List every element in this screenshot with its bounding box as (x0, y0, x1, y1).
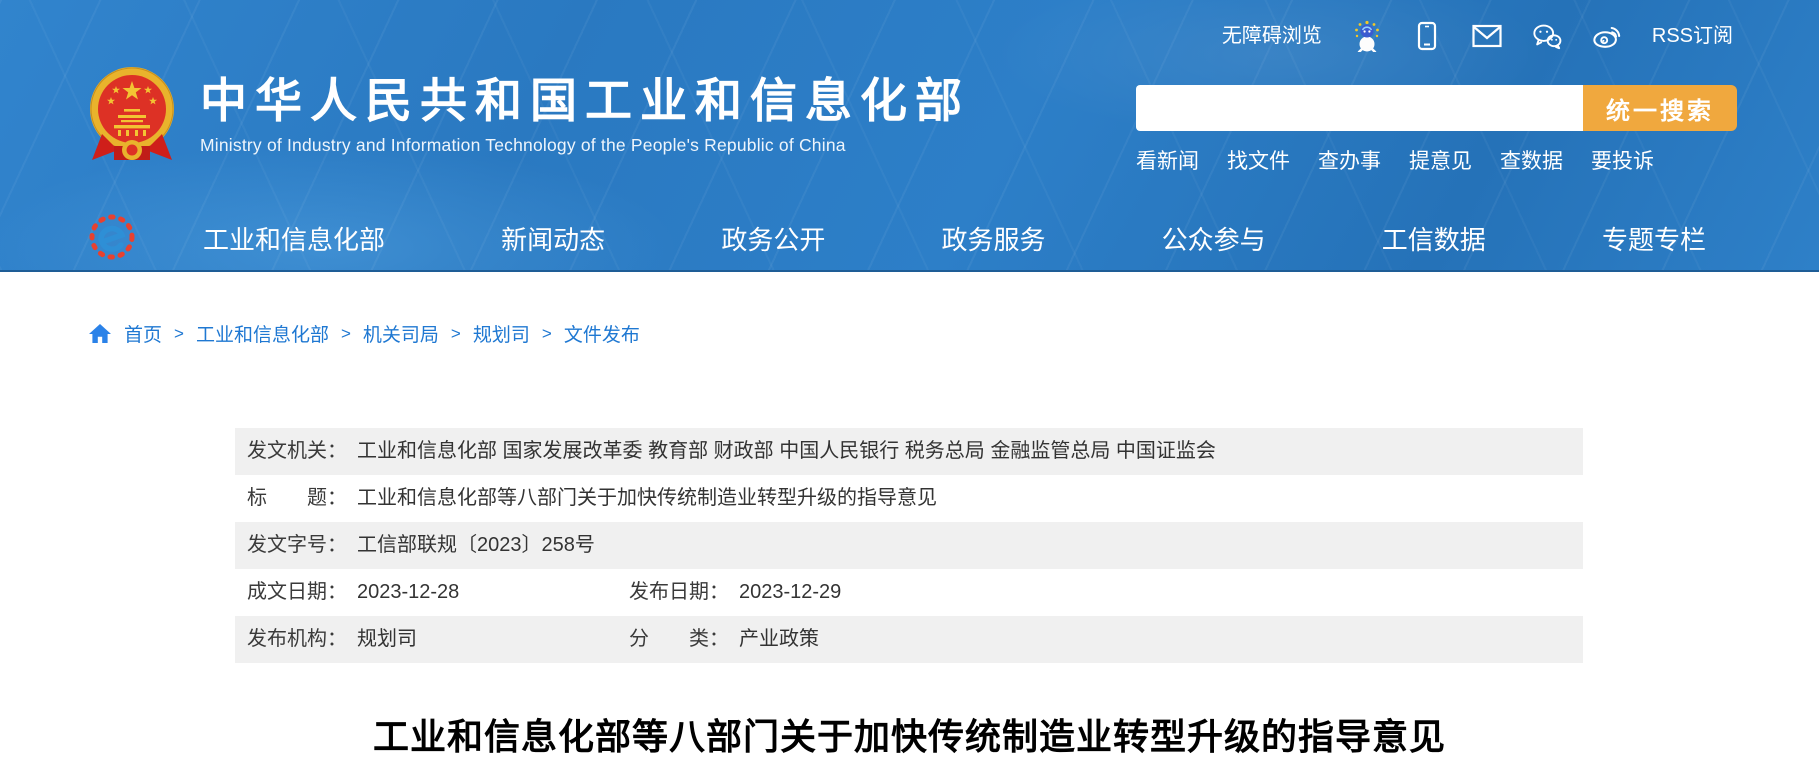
mail-icon[interactable] (1472, 20, 1502, 52)
breadcrumb-departments[interactable]: 机关司局 (363, 320, 439, 347)
quick-link-news[interactable]: 看新闻 (1136, 145, 1199, 175)
meta-row-title: 标 题： 工业和信息化部等八部门关于加快传统制造业转型升级的指导意见 (235, 475, 1583, 522)
main-nav: 工业和信息化部 新闻动态 政务公开 政务服务 公众参与 工信数据 专题专栏 (0, 206, 1819, 270)
quick-link-files[interactable]: 找文件 (1227, 145, 1290, 175)
accessibility-link[interactable]: 无障碍浏览 (1222, 20, 1322, 52)
wechat-icon[interactable] (1532, 20, 1562, 52)
meta-value: 2023-12-28 (357, 581, 459, 603)
breadcrumb-separator: > (341, 324, 351, 344)
breadcrumb-separator: > (451, 324, 461, 344)
meta-row-issuing-organ: 发文机关： 工业和信息化部 国家发展改革委 教育部 财政部 中国人民银行 税务总局… (235, 428, 1583, 475)
breadcrumb-separator: > (174, 324, 184, 344)
nav-item-miit[interactable]: 工业和信息化部 (203, 220, 385, 257)
meta-value: 工业和信息化部等八部门关于加快传统制造业转型升级的指导意见 (357, 487, 937, 509)
quick-link-services[interactable]: 查办事 (1318, 145, 1381, 175)
home-icon[interactable] (88, 322, 112, 346)
meta-label: 发文机关： (247, 440, 347, 462)
robot-mascot-icon[interactable] (1352, 20, 1382, 52)
quick-link-complaint[interactable]: 要投诉 (1591, 145, 1654, 175)
meta-value: 规划司 (357, 628, 417, 650)
meta-label: 发布日期： (629, 581, 729, 603)
meta-value: 2023-12-29 (739, 581, 841, 603)
meta-label: 发布机构： (247, 628, 347, 650)
brand: 中华人民共和国工业和信息化部 Ministry of Industry and … (88, 64, 970, 175)
breadcrumb-home[interactable]: 首页 (124, 320, 162, 347)
meta-row-publisher-category: 发布机构： 规划司 分 类： 产业政策 (235, 616, 1583, 663)
breadcrumb: 首页 > 工业和信息化部 > 机关司局 > 规划司 > 文件发布 (88, 320, 640, 347)
meta-value: 工业和信息化部 国家发展改革委 教育部 财政部 中国人民银行 税务总局 金融监管… (357, 440, 1216, 462)
breadcrumb-planning-dept[interactable]: 规划司 (473, 320, 530, 347)
meta-value: 产业政策 (739, 628, 819, 650)
nav-item-data[interactable]: 工信数据 (1382, 220, 1486, 257)
weibo-icon[interactable] (1592, 20, 1622, 52)
article-title: 工业和信息化部等八部门关于加快传统制造业转型升级的指导意见 (0, 708, 1819, 760)
topbar: 无障碍浏览 (1222, 20, 1733, 52)
breadcrumb-miit[interactable]: 工业和信息化部 (196, 320, 329, 347)
breadcrumb-separator: > (542, 324, 552, 344)
meta-value: 工信部联规〔2023〕258号 (357, 534, 595, 556)
meta-row-dates: 成文日期： 2023-12-28 发布日期： 2023-12-29 (235, 569, 1583, 616)
site-title: 中华人民共和国工业和信息化部 (200, 74, 970, 128)
site-header: 无障碍浏览 (0, 0, 1819, 272)
meta-label: 发文字号： (247, 534, 347, 556)
meta-row-doc-number: 发文字号： 工信部联规〔2023〕258号 (235, 522, 1583, 569)
search-button[interactable]: 统一搜索 (1583, 85, 1737, 131)
meta-label: 分 类： (629, 628, 729, 650)
miit-logo-icon (88, 213, 136, 261)
national-emblem-icon (88, 64, 176, 175)
mobile-phone-icon[interactable] (1412, 20, 1442, 52)
document-meta-table: 发文机关： 工业和信息化部 国家发展改革委 教育部 财政部 中国人民银行 税务总局… (235, 428, 1583, 663)
meta-label: 成文日期： (247, 581, 347, 603)
breadcrumb-document-release[interactable]: 文件发布 (564, 320, 640, 347)
nav-item-topics[interactable]: 专题专栏 (1602, 220, 1706, 257)
rss-link[interactable]: RSS订阅 (1652, 20, 1733, 52)
nav-item-gov-affairs[interactable]: 政务公开 (721, 220, 825, 257)
search-input[interactable] (1136, 85, 1583, 131)
nav-item-gov-services[interactable]: 政务服务 (941, 220, 1045, 257)
nav-item-participation[interactable]: 公众参与 (1162, 220, 1266, 257)
quick-links: 看新闻 找文件 查办事 提意见 查数据 要投诉 (1136, 145, 1737, 175)
quick-link-data[interactable]: 查数据 (1500, 145, 1563, 175)
search-row: 统一搜索 (1136, 85, 1737, 131)
page: 无障碍浏览 (0, 0, 1819, 774)
search-area: 统一搜索 看新闻 找文件 查办事 提意见 查数据 要投诉 (1136, 85, 1737, 175)
brand-text: 中华人民共和国工业和信息化部 Ministry of Industry and … (200, 64, 970, 156)
nav-item-news[interactable]: 新闻动态 (501, 220, 605, 257)
nav-items: 工业和信息化部 新闻动态 政务公开 政务服务 公众参与 工信数据 专题专栏 (203, 206, 1706, 270)
site-subtitle: Ministry of Industry and Information Tec… (200, 135, 970, 156)
meta-label: 标 题： (247, 487, 347, 509)
quick-link-suggest[interactable]: 提意见 (1409, 145, 1472, 175)
